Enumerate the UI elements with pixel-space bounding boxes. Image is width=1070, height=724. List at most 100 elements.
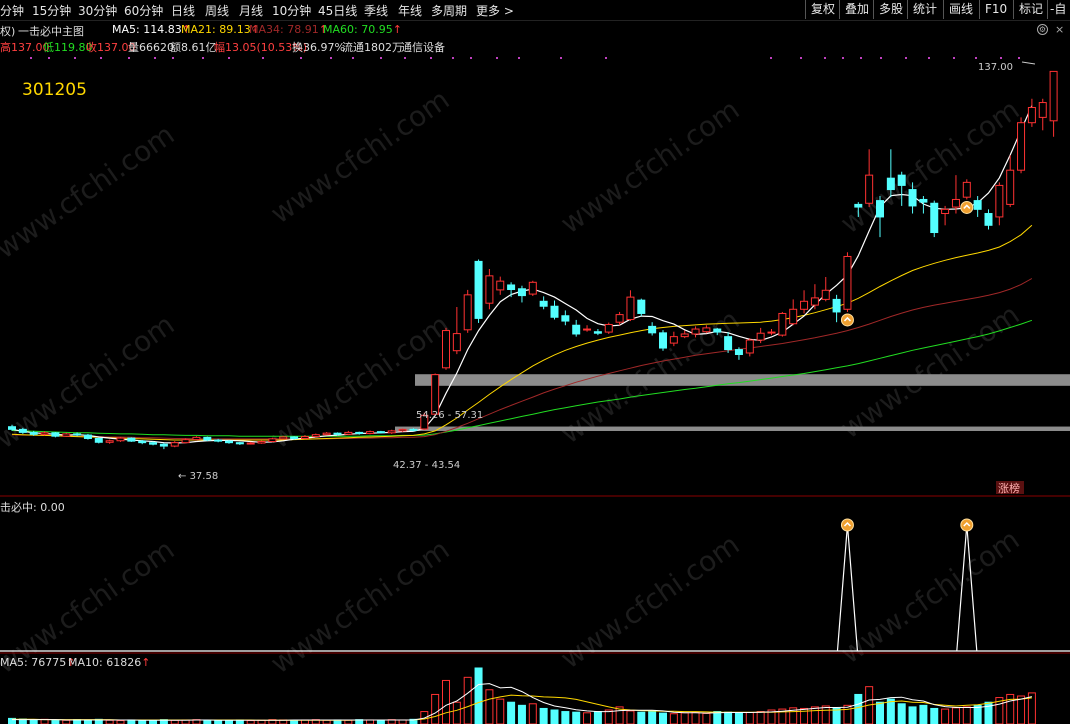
candle-body — [1049, 70, 1058, 122]
volume-bar — [919, 704, 928, 724]
candle — [984, 209, 993, 230]
candle-body — [496, 280, 505, 291]
volume-bar — [550, 709, 559, 724]
candle-body — [637, 299, 646, 314]
candle — [1027, 98, 1036, 127]
svg-text:涨榜: 涨榜 — [998, 481, 1020, 495]
candle — [127, 437, 136, 442]
coin-circle — [960, 200, 974, 214]
candle-body — [159, 443, 168, 447]
candle-body — [810, 297, 819, 306]
candle — [648, 322, 657, 336]
volume-bar — [51, 719, 60, 724]
candle-body — [127, 437, 136, 442]
candle — [311, 433, 320, 438]
candle — [116, 436, 125, 442]
candle-body — [8, 426, 16, 430]
volume-bar — [680, 712, 689, 724]
volume-bar — [431, 693, 440, 724]
top-dot — [560, 57, 562, 59]
volume-ma10-label: MA10: 61826↑ — [68, 656, 151, 669]
candlestick-chart[interactable]: 137.00 ← 37.58 54.26 - 57.31 42.37 - 43.… — [0, 0, 1070, 724]
candle — [897, 171, 906, 206]
volume-bar — [398, 719, 407, 724]
volume-bar — [322, 719, 331, 724]
candle-body — [962, 181, 971, 198]
candle — [962, 179, 971, 200]
candle — [203, 436, 212, 442]
candle-body — [886, 177, 895, 191]
volume-panel — [8, 667, 1036, 724]
candle — [626, 290, 635, 322]
band-lower-label: 42.37 - 43.54 — [393, 460, 460, 471]
candle-body — [713, 328, 722, 333]
volume-bar — [149, 720, 158, 724]
candle-body — [507, 284, 516, 291]
volume-bar — [626, 710, 635, 724]
top-dot — [880, 57, 882, 59]
volume-bar — [452, 701, 461, 724]
candle — [561, 310, 570, 326]
candle-body — [452, 333, 461, 352]
candle — [745, 338, 754, 357]
candle-body — [865, 174, 874, 204]
volume-bar — [528, 703, 537, 724]
volume-bar — [930, 707, 939, 724]
volume-bar — [105, 719, 114, 724]
volume-bar — [170, 719, 179, 724]
top-dot — [1000, 57, 1002, 59]
candle-body — [29, 431, 38, 435]
price-bands — [395, 374, 1070, 431]
candle-body — [181, 439, 190, 444]
candle — [995, 182, 1004, 226]
volume-bar — [116, 720, 125, 724]
candle-body — [767, 331, 776, 334]
band-upper — [415, 374, 1070, 386]
candle — [105, 439, 114, 444]
volume-bar — [745, 711, 754, 724]
candle — [756, 327, 765, 344]
candle — [246, 441, 255, 445]
top-dot — [404, 57, 406, 59]
candle-body — [593, 331, 602, 334]
candle-body — [854, 203, 863, 208]
candle — [702, 325, 711, 334]
volume-bar — [821, 705, 830, 724]
candle — [659, 330, 667, 351]
candle-body — [40, 432, 49, 435]
candle-body — [344, 431, 353, 435]
candle — [431, 373, 440, 415]
top-dot — [770, 57, 772, 59]
candle-body — [62, 433, 71, 437]
candle — [170, 441, 179, 448]
candle-body — [702, 327, 711, 333]
candle — [583, 325, 592, 332]
candle-body — [116, 437, 125, 442]
volume-bar — [463, 676, 472, 724]
volume-bar — [376, 719, 385, 724]
max-price-label: 137.00 — [978, 62, 1013, 73]
candle-body — [268, 438, 277, 443]
candle-body — [94, 437, 103, 443]
candle-body — [724, 336, 733, 351]
candle-body — [149, 442, 158, 445]
top-dot — [202, 57, 204, 59]
candle — [713, 327, 722, 336]
volume-bar — [214, 720, 223, 724]
volume-bar — [876, 701, 884, 724]
candle — [94, 437, 103, 444]
candle-body — [376, 431, 385, 434]
candle — [832, 294, 841, 323]
top-dot — [300, 57, 302, 59]
volume-bar — [702, 712, 711, 724]
candle-body — [734, 349, 743, 355]
candle — [854, 202, 863, 217]
candle-body — [778, 312, 787, 336]
candle-body — [572, 324, 581, 335]
ma21-line — [11, 224, 1033, 441]
top-dot — [172, 57, 174, 59]
candle-body — [463, 294, 472, 331]
volume-bar — [908, 706, 917, 724]
volume-bar — [854, 693, 863, 724]
signal-title: 击必中: 0.00 — [0, 501, 65, 514]
